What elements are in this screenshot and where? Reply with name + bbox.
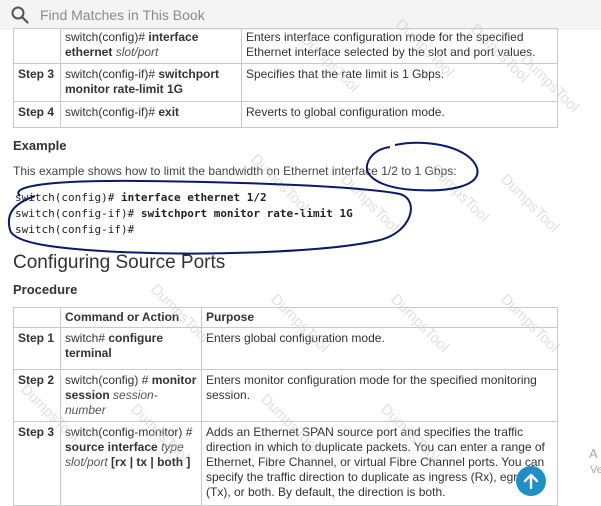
procedure-heading: Procedure (13, 282, 78, 297)
code-line: switch(config)# interface ethernet 1/2 (15, 190, 353, 206)
code-prompt: switch(config)# (15, 191, 121, 204)
command-prompt: switch(config-if)# (65, 105, 159, 119)
command-cell: switch(config-if)# exit (60, 101, 242, 128)
example-description: This example shows how to limit the band… (13, 164, 457, 178)
step-cell: Step 4 (13, 101, 61, 128)
command-prompt: switch(config) # (65, 373, 152, 387)
search-bar[interactable]: Find Matches in This Book (0, 0, 601, 30)
purpose-cell: Enters monitor configuration mode for th… (201, 369, 558, 422)
header-purpose: Purpose (201, 307, 558, 328)
purpose-cell: Adds an Ethernet SPAN source port and sp… (201, 421, 558, 506)
watermark: DumpsTool (497, 171, 562, 236)
command-cell: switch(config) # monitor session session… (60, 369, 202, 422)
table-row: Step 4 switch(config-if)# exit Reverts t… (13, 101, 558, 128)
command-cell: switch(config-monitor) # source interfac… (60, 421, 202, 506)
command-argument: slot/port (115, 45, 159, 59)
command-options: [rx | tx | both ] (111, 455, 191, 469)
purpose-cell: Enters interface configuration mode for … (241, 28, 558, 64)
procedure-table: Command or Action Purpose Step 1 switch#… (13, 307, 558, 506)
purpose-cell: Specifies that the rate limit is 1 Gbps. (241, 63, 558, 102)
code-prompt: switch(config-if)# (15, 223, 135, 236)
step-cell (13, 28, 61, 64)
command-prompt: switch# (65, 331, 109, 345)
step-cell: Step 1 (13, 327, 61, 370)
side-glyph-secondary: Ve (590, 464, 601, 476)
step-cell: Step 3 (13, 421, 61, 506)
header-command: Command or Action (60, 307, 202, 328)
purpose-cell: Reverts to global configuration mode. (241, 101, 558, 128)
command-keyword: exit (158, 105, 180, 119)
code-line: switch(config-if)# switchport monitor ra… (15, 206, 353, 222)
code-prompt: switch(config-if)# (15, 207, 141, 220)
command-prompt: switch(config)# (65, 30, 149, 44)
purpose-cell: Enters global configuration mode. (201, 327, 558, 370)
code-line: switch(config-if)# (15, 222, 353, 238)
code-block: switch(config)# interface ethernet 1/2 sw… (15, 190, 353, 238)
table-row: Step 1 switch# configure terminal Enters… (13, 327, 558, 370)
section-title: Configuring Source Ports (13, 252, 226, 273)
code-command: switchport monitor rate-limit 1G (140, 207, 353, 220)
table-row: Step 3 switch(config-if)# switchport mon… (13, 63, 558, 102)
table-row: switch(config)# interface ethernet slot/… (13, 28, 558, 64)
search-icon[interactable] (11, 6, 29, 24)
table-header-row: Command or Action Purpose (13, 307, 558, 328)
step-cell: Step 3 (13, 63, 61, 102)
top-steps-table: switch(config)# interface ethernet slot/… (13, 28, 558, 128)
scroll-to-top-button[interactable] (516, 466, 546, 496)
example-heading: Example (13, 138, 67, 153)
step-cell: Step 2 (13, 369, 61, 422)
code-command: interface ethernet 1/2 (120, 191, 267, 204)
search-input[interactable]: Find Matches in This Book (40, 7, 205, 23)
command-cell: switch(config-if)# switchport monitor ra… (60, 63, 242, 102)
command-prompt: switch(config-monitor) # (65, 425, 193, 439)
table-row: Step 3 switch(config-monitor) # source i… (13, 421, 558, 506)
table-row: Step 2 switch(config) # monitor session … (13, 369, 558, 422)
command-prompt: switch(config-if)# (65, 67, 159, 81)
arrow-up-icon (523, 473, 539, 490)
command-cell: switch# configure terminal (60, 327, 202, 370)
header-step (13, 307, 61, 328)
command-keyword: source interface (65, 440, 158, 454)
command-cell: switch(config)# interface ethernet slot/… (60, 28, 242, 64)
side-glyph: A (589, 446, 598, 461)
